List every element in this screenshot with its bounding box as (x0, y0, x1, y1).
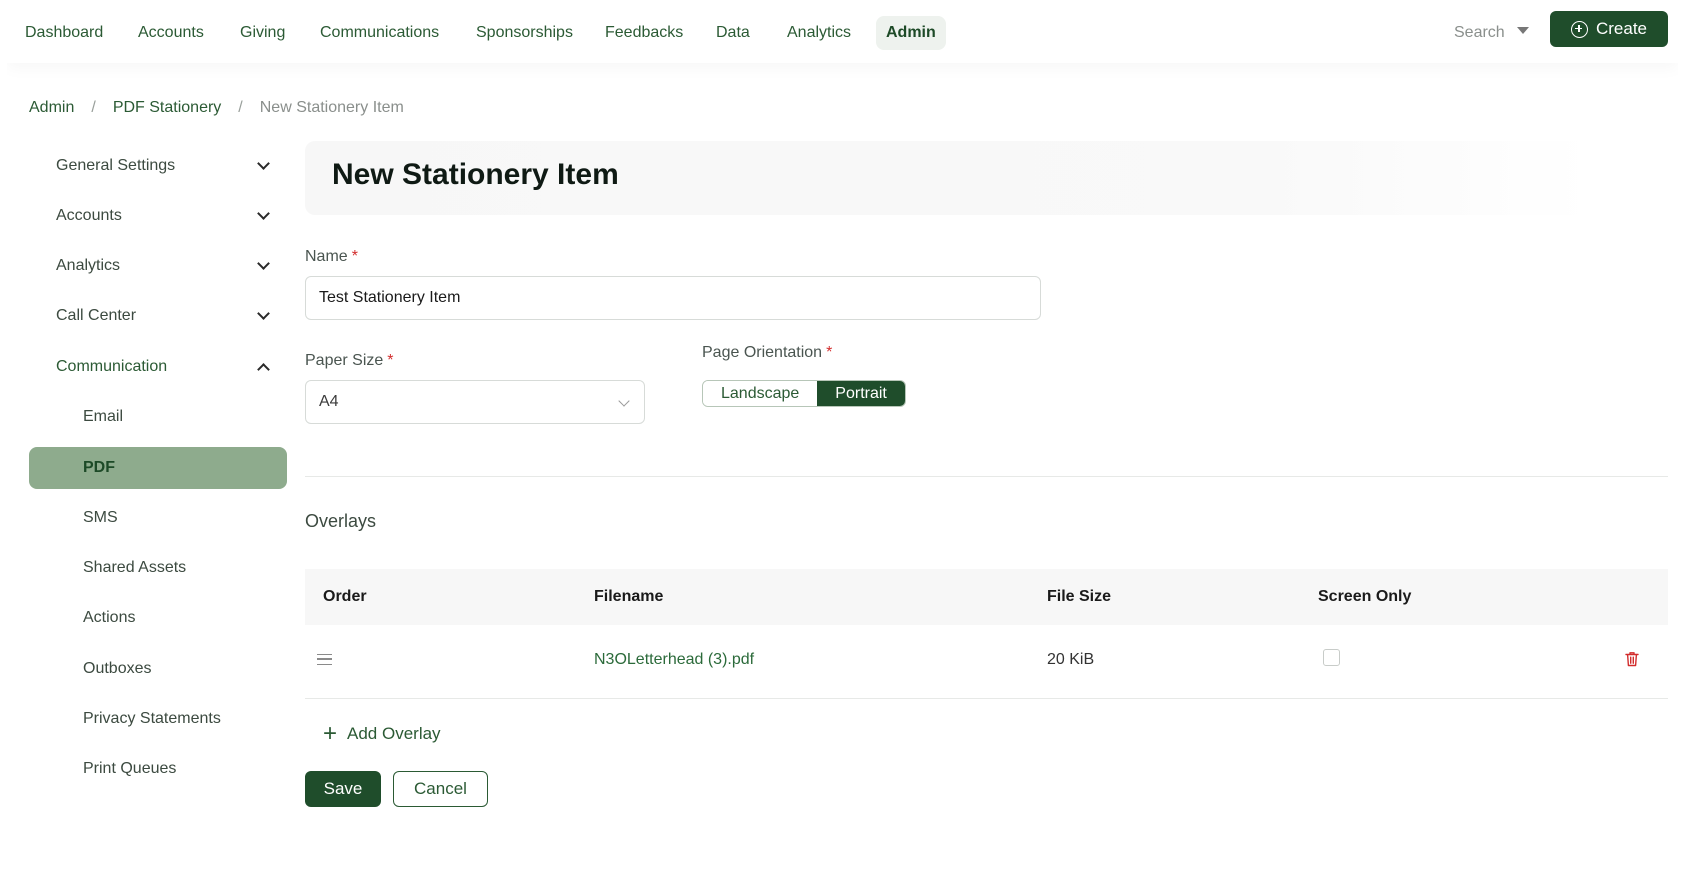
name-input[interactable] (305, 276, 1041, 320)
overlays-title: Overlays (305, 511, 377, 531)
sidebar-item-label: SMS (83, 509, 118, 526)
chevron-up-icon (257, 363, 270, 376)
sidebar-item-shared-assets[interactable]: Shared Assets (29, 546, 287, 590)
sidebar-item-label: Outboxes (83, 660, 152, 677)
nav-communications[interactable]: Communications (310, 16, 449, 50)
column-header-screen-only: Screen Only (1318, 588, 1412, 605)
orientation-portrait-option[interactable]: Portrait (817, 381, 905, 406)
trash-icon[interactable] (1625, 651, 1639, 667)
section-divider (305, 476, 1668, 477)
add-overlay-button[interactable]: + Add Overlay (323, 720, 441, 747)
orientation-landscape-option[interactable]: Landscape (703, 381, 818, 406)
sidebar-item-general-settings[interactable]: General Settings (29, 144, 287, 188)
page-title: New Stationery Item (332, 158, 619, 191)
nav-sponsorships[interactable]: Sponsorships (466, 16, 583, 50)
chevron-down-icon (257, 307, 270, 320)
caret-down-icon (1516, 27, 1529, 35)
sidebar-item-label: Call Center (56, 307, 137, 324)
column-header-order: Order (323, 588, 367, 605)
breadcrumb-pdf-stationery[interactable]: PDF Stationery (113, 99, 221, 117)
app-window: Dashboard Accounts Giving Communications… (7, 7, 1678, 880)
sidebar-item-label: Communication (56, 358, 168, 375)
breadcrumb-current: New Stationery Item (259, 99, 404, 116)
sidebar-item-sms[interactable]: SMS (29, 496, 287, 540)
paper-size-value: A4 (319, 393, 339, 410)
nav-accounts[interactable]: Accounts (128, 16, 214, 50)
orientation-toggle: Landscape Portrait (702, 380, 906, 407)
nav-giving[interactable]: Giving (230, 16, 295, 50)
paper-size-label: Paper Size * (305, 352, 394, 370)
overlay-filename-link[interactable]: N3OLetterhead (3).pdf (594, 651, 754, 669)
sidebar-item-print-queues[interactable]: Print Queues (29, 747, 287, 791)
column-header-filename: Filename (594, 588, 664, 605)
sidebar-item-outboxes[interactable]: Outboxes (29, 647, 287, 691)
screen-only-checkbox[interactable] (1323, 649, 1340, 666)
breadcrumb-admin[interactable]: Admin (29, 99, 74, 117)
nav-data[interactable]: Data (706, 16, 760, 50)
required-mark: * (826, 344, 833, 361)
name-label: Name * (305, 248, 358, 266)
sidebar-item-label: Accounts (56, 207, 122, 224)
chevron-down-icon (257, 157, 270, 170)
nav-feedbacks[interactable]: Feedbacks (595, 16, 693, 50)
search-dropdown[interactable]: Search (1454, 16, 1529, 50)
sidebar-item-label: Privacy Statements (83, 710, 221, 727)
plus-circle-icon (1570, 20, 1588, 38)
sidebar-item-privacy-statements[interactable]: Privacy Statements (29, 697, 287, 741)
sidebar-item-accounts[interactable]: Accounts (29, 194, 287, 238)
breadcrumb: Admin / PDF Stationery / New Stationery … (29, 99, 404, 117)
sidebar-item-label: Actions (83, 609, 136, 626)
sidebar-item-label: Shared Assets (83, 559, 187, 576)
chevron-down-icon (257, 207, 270, 220)
sidebar-item-pdf[interactable]: PDF (29, 447, 287, 489)
required-mark: * (351, 248, 358, 265)
sidebar-item-label: General Settings (56, 157, 176, 174)
save-button[interactable]: Save (305, 771, 381, 807)
breadcrumb-separator: / (238, 99, 243, 116)
chevron-down-icon (257, 257, 270, 270)
paper-size-select[interactable]: A4 (305, 380, 645, 424)
sidebar-item-email[interactable]: Email (29, 395, 287, 439)
required-mark: * (387, 352, 394, 369)
breadcrumb-separator: / (91, 99, 96, 116)
sidebar-item-actions[interactable]: Actions (29, 596, 287, 640)
sidebar-item-call-center[interactable]: Call Center (29, 294, 287, 338)
sidebar-item-label: PDF (83, 459, 115, 476)
sidebar-item-label: Email (83, 408, 124, 425)
plus-icon: + (323, 720, 338, 747)
nav-analytics[interactable]: Analytics (777, 16, 861, 50)
create-label: Create (1595, 19, 1648, 38)
drag-handle-icon[interactable] (317, 654, 332, 665)
overlay-file-size: 20 KiB (1047, 651, 1095, 668)
search-label: Search (1454, 24, 1505, 41)
create-button[interactable]: Create (1550, 11, 1668, 47)
add-overlay-label: Add Overlay (347, 724, 441, 743)
cancel-button[interactable]: Cancel (393, 771, 488, 807)
nav-dashboard[interactable]: Dashboard (15, 16, 113, 50)
sidebar-item-communication[interactable]: Communication (29, 345, 287, 389)
sidebar-item-label: Print Queues (83, 760, 177, 777)
sidebar-item-label: Analytics (56, 257, 121, 274)
table-row: N3OLetterhead (3).pdf 20 KiB (305, 625, 1668, 699)
name-label-text: Name (305, 248, 348, 265)
orientation-label: Page Orientation * (702, 344, 832, 362)
top-nav: Dashboard Accounts Giving Communications… (7, 7, 1678, 63)
overlays-table-header: Order Filename File Size Screen Only (305, 569, 1668, 625)
page-header: New Stationery Item (305, 141, 1593, 215)
orientation-label-text: Page Orientation (702, 344, 823, 361)
sidebar-item-analytics[interactable]: Analytics (29, 244, 287, 288)
column-header-file-size: File Size (1047, 588, 1112, 605)
nav-admin[interactable]: Admin (876, 16, 946, 50)
paper-size-label-text: Paper Size (305, 352, 384, 369)
chevron-down-icon (618, 395, 630, 407)
